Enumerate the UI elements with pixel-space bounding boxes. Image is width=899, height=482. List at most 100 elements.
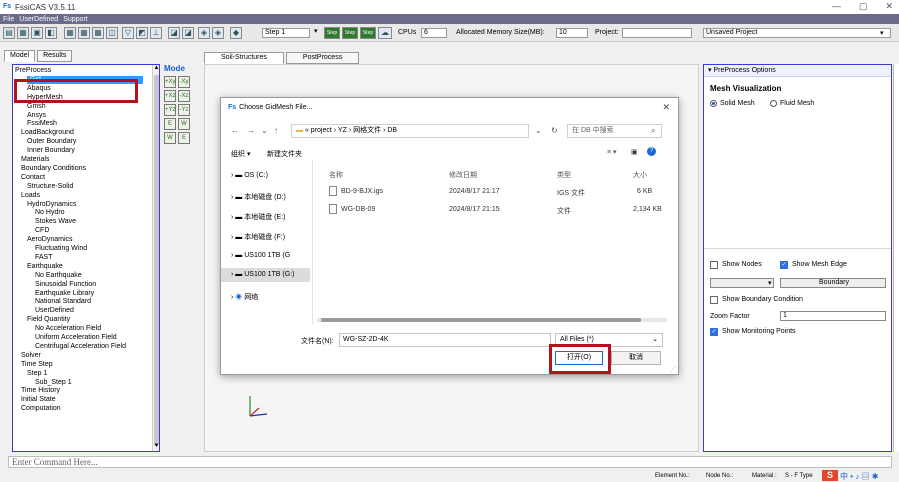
tree-node[interactable]: National Standard: [35, 298, 91, 306]
tree-node[interactable]: No Earthquake: [35, 272, 82, 280]
view-minus-xy-button[interactable]: -Xy: [178, 76, 190, 88]
menu-file[interactable]: File: [3, 16, 14, 23]
cloud-icon[interactable]: ☁: [378, 27, 392, 39]
tree-node[interactable]: AeroDynamics: [27, 236, 73, 244]
tab-soil-structures[interactable]: Soil-Structures: [204, 52, 284, 64]
tree-scrollbar[interactable]: ▲ ▼: [152, 65, 159, 451]
step-select[interactable]: Step 1: [262, 28, 310, 38]
step-run-icon[interactable]: Step: [324, 27, 340, 39]
view-e2-button[interactable]: E: [178, 132, 190, 144]
tree-node[interactable]: Field Quantity: [27, 316, 70, 324]
memory-field[interactable]: 10: [556, 28, 588, 38]
address-crumb-db[interactable]: DB: [387, 127, 397, 134]
mesh-icon[interactable]: ◫: [106, 27, 118, 39]
tool-icon-3[interactable]: ◈: [198, 27, 210, 39]
tree-node[interactable]: Time Step: [21, 361, 53, 369]
tree-node[interactable]: Earthquake Library: [35, 290, 94, 298]
col-type[interactable]: 类型: [557, 170, 571, 180]
tree-node[interactable]: No Hydro: [35, 209, 65, 217]
tree-node[interactable]: Earthquake: [27, 263, 63, 271]
cpus-field[interactable]: 6: [421, 28, 447, 38]
address-crumb-project[interactable]: project: [311, 127, 332, 134]
address-dropdown-icon[interactable]: ⌄: [535, 126, 542, 135]
project-select[interactable]: Unsaved Project: [703, 28, 891, 38]
tool-icon-1[interactable]: ◪: [168, 27, 180, 39]
boundary-type-arrow-icon[interactable]: ▾: [768, 279, 772, 287]
view-east-button[interactable]: E: [164, 118, 176, 130]
file-list-hscroll[interactable]: [317, 318, 667, 322]
tree-node[interactable]: Materials: [21, 156, 49, 164]
grid-icon-1[interactable]: ▦: [64, 27, 76, 39]
tree-node[interactable]: Outer Boundary: [27, 138, 76, 146]
step-stop-icon[interactable]: Step: [360, 27, 376, 39]
filetype-chevron-icon[interactable]: ⌄: [652, 334, 658, 346]
close-button[interactable]: ✕: [885, 1, 893, 12]
tree-node[interactable]: Initial State: [21, 396, 56, 404]
support-icon[interactable]: ⊥: [150, 27, 162, 39]
view-minus-yz-button[interactable]: -Yz: [178, 104, 190, 116]
view-west-button[interactable]: W: [178, 118, 190, 130]
show-nodes-checkbox[interactable]: [710, 261, 718, 269]
view-w2-button[interactable]: W: [164, 132, 176, 144]
tree-node[interactable]: Structure-Solid: [27, 183, 73, 191]
nav-us100-g[interactable]: › ▬ US100 1TB (G: [231, 252, 290, 259]
side-collapse-strip[interactable]: [893, 64, 899, 452]
tree-node[interactable]: Ansys: [27, 112, 46, 120]
help-icon[interactable]: ?: [647, 147, 656, 156]
tool-icon-4[interactable]: ◈: [212, 27, 224, 39]
show-boundary-condition-checkbox[interactable]: [710, 296, 718, 304]
radio-solid-mesh[interactable]: [710, 100, 717, 107]
view-plus-yz-button[interactable]: +Yz: [164, 104, 176, 116]
nav-disk-d[interactable]: › ▬ 本地磁盘 (D:): [231, 192, 286, 202]
grid-icon-2[interactable]: ▦: [78, 27, 90, 39]
cancel-button[interactable]: 取消: [611, 351, 661, 365]
tree-node[interactable]: Centrifugal Acceleration Field: [35, 343, 126, 351]
tree-node[interactable]: Time History: [21, 387, 60, 395]
show-mesh-edge-checkbox[interactable]: ✓: [780, 261, 788, 269]
scroll-up-icon[interactable]: ▲: [153, 65, 159, 73]
view-options-icon[interactable]: ≡ ▾: [607, 148, 617, 156]
load-icon[interactable]: ▽: [122, 27, 134, 39]
address-crumb-yz[interactable]: YZ: [338, 127, 347, 134]
tree-node[interactable]: Step 1: [27, 370, 47, 378]
menu-support[interactable]: Support: [63, 16, 88, 23]
filename-input[interactable]: WG-SZ-2D-4K: [339, 333, 551, 347]
grid-icon-3[interactable]: ▦: [92, 27, 104, 39]
tree-node[interactable]: FssiMesh: [27, 120, 57, 128]
nav-disk-f[interactable]: › ▬ 本地磁盘 (F:): [231, 232, 285, 242]
step-pause-icon[interactable]: Step: [342, 27, 358, 39]
tree-node[interactable]: Fluctuating Wind: [35, 245, 87, 253]
tree-node[interactable]: Inner Boundary: [27, 147, 75, 155]
nav-network[interactable]: › ◉ 网络: [231, 292, 258, 302]
tree-node[interactable]: HydroDynamics: [27, 201, 76, 209]
address-crumb-mesh[interactable]: 网格文件: [353, 127, 381, 134]
tree-node[interactable]: LoadBackground: [21, 129, 74, 137]
forward-arrow-icon[interactable]: →: [247, 126, 255, 135]
boundary-button[interactable]: Boundary: [780, 278, 886, 288]
tree-node[interactable]: Sub_Step 1: [35, 379, 72, 387]
radio-fluid-mesh[interactable]: [770, 100, 777, 107]
new-file-icon[interactable]: ▤: [3, 27, 15, 39]
dialog-close-icon[interactable]: ✕: [662, 102, 670, 113]
show-monitoring-points-checkbox[interactable]: ✓: [710, 328, 718, 336]
col-name[interactable]: 名称: [329, 170, 343, 180]
tree-node[interactable]: Stokes Wave: [35, 218, 76, 226]
boundary-icon[interactable]: ◩: [136, 27, 148, 39]
tree-node[interactable]: Computation: [21, 405, 61, 413]
back-arrow-icon[interactable]: ←: [231, 126, 239, 135]
nav-us100-g-selected[interactable]: › ▬ US100 1TB (G:): [221, 268, 310, 282]
tree-node[interactable]: No Acceleration Field: [35, 325, 101, 333]
tree-node[interactable]: Sinusoidal Function: [35, 281, 96, 289]
view-plus-xz-button[interactable]: +Xz: [164, 90, 176, 102]
hscroll-thumb[interactable]: [321, 318, 641, 322]
tree-node[interactable]: UserDefined: [35, 307, 74, 315]
tree-node[interactable]: Uniform Acceleration Field: [35, 334, 117, 342]
ime-s-icon[interactable]: S: [822, 470, 838, 481]
nav-os-c[interactable]: › ▬ OS (C:): [231, 172, 268, 179]
tree-node[interactable]: Contact: [21, 174, 45, 182]
project-name-field[interactable]: [622, 28, 692, 38]
command-input[interactable]: Enter Command Here...: [8, 456, 892, 468]
tree-node[interactable]: CFD: [35, 227, 49, 235]
tab-model[interactable]: Model: [4, 50, 36, 62]
resize-grip-icon[interactable]: ⋰: [670, 366, 676, 373]
